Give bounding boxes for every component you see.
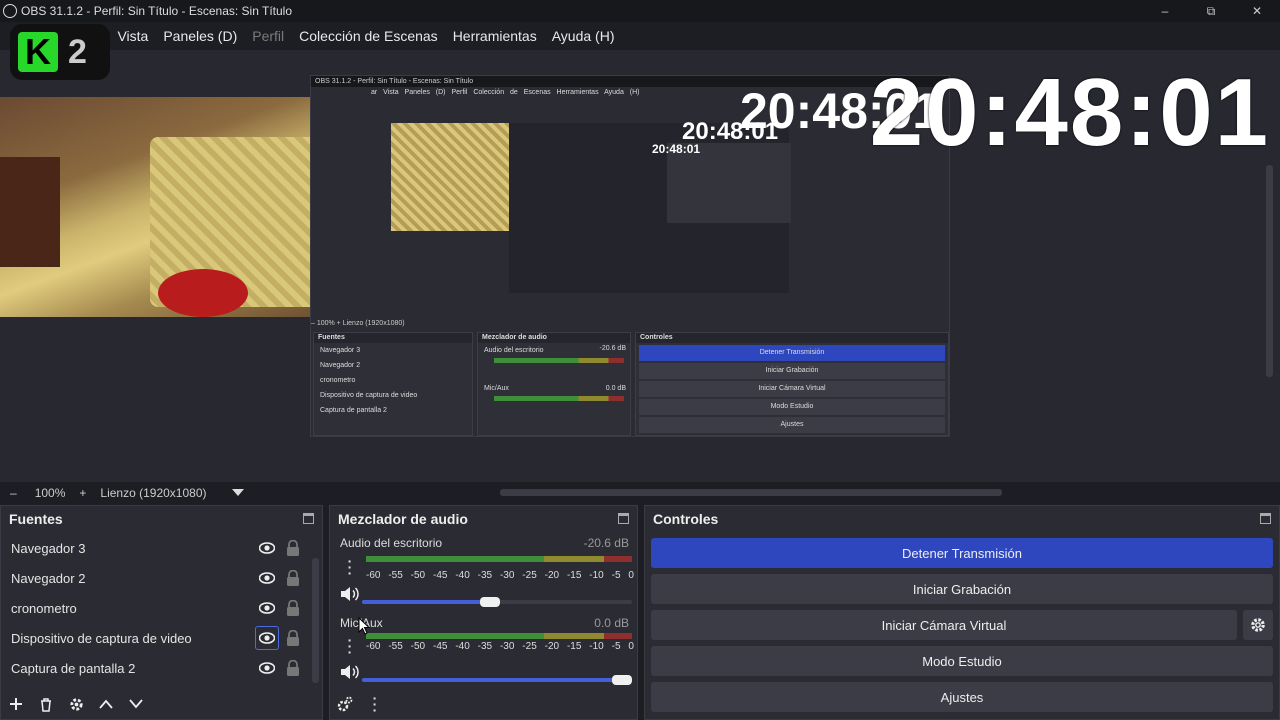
sources-toolbar xyxy=(1,689,322,719)
cabinet-shape xyxy=(0,157,60,267)
channel-menu-icon[interactable]: · · · xyxy=(344,554,356,580)
meter-ticks: -60 -55 -50 -45 -40 -35 -30 -25 -20 -15 -10 -5 0 xyxy=(366,641,634,652)
studio-mode-button[interactable]: Modo Estudio xyxy=(651,646,1273,676)
start-recording-button[interactable]: Iniciar Grabación xyxy=(651,574,1273,604)
lock-icon[interactable] xyxy=(286,570,300,586)
preview-canvas[interactable]: OBS 31.1.2 - Perfil: Sin Título - Escena… xyxy=(0,50,1280,482)
eye-icon[interactable] xyxy=(259,542,275,554)
zoom-level: 100% xyxy=(34,486,66,500)
source-item[interactable]: Captura de pantalla 2 xyxy=(1,653,311,683)
audio-mixer-dock: Mezclador de audio Audio del escritorio … xyxy=(329,505,638,720)
volume-meter xyxy=(366,633,632,639)
preview-horizontal-scrollbar[interactable] xyxy=(500,489,1002,496)
menu-item-view[interactable]: Vista xyxy=(117,28,148,44)
red-stool-shape xyxy=(158,269,248,317)
lock-icon[interactable] xyxy=(286,660,300,676)
menu-bar: ar Vista Paneles (D) Perfil Colección de… xyxy=(0,22,1280,50)
mixer-dock-title: Mezclador de audio xyxy=(338,511,468,527)
channel-menu-icon[interactable]: · · · xyxy=(344,633,356,659)
controls-dock-title: Controles xyxy=(653,511,719,527)
sources-dock: Fuentes Navegador 3 Navegador 2 cronomet… xyxy=(0,505,323,720)
sources-list: Navegador 3 Navegador 2 cronometro Dispo… xyxy=(1,533,311,683)
undock-icon[interactable] xyxy=(1260,513,1271,524)
source-item[interactable]: Navegador 2 xyxy=(1,563,311,593)
channel-name: Audio del escritorio xyxy=(340,536,443,550)
move-down-button[interactable] xyxy=(121,689,151,719)
volume-slider[interactable] xyxy=(362,675,632,685)
menu-item-tools[interactable]: Herramientas xyxy=(453,28,537,44)
menu-item-profile[interactable]: Perfil xyxy=(252,28,284,44)
start-virtual-camera-button[interactable]: Iniciar Cámara Virtual xyxy=(651,610,1237,640)
add-source-button[interactable] xyxy=(1,689,31,719)
menu-item-help[interactable]: Ayuda (H) xyxy=(552,28,615,44)
advanced-audio-icon[interactable] xyxy=(330,689,360,719)
nested-obs-view-2 xyxy=(509,123,791,293)
canvas-size-label: Lienzo (1920x1080) xyxy=(100,486,207,500)
speaker-icon[interactable] xyxy=(340,586,360,602)
canvas-dropdown-icon[interactable] xyxy=(232,486,245,500)
mouse-cursor-icon xyxy=(358,617,370,635)
maximize-button[interactable]: ⧉ xyxy=(1188,0,1234,22)
speaker-icon[interactable] xyxy=(340,664,360,680)
sources-dock-title: Fuentes xyxy=(9,511,63,527)
menu-item-scene-collection[interactable]: Colección de Escenas xyxy=(299,28,438,44)
close-button[interactable]: ✕ xyxy=(1234,0,1280,22)
mixer-menu-icon[interactable]: · · · xyxy=(360,689,390,719)
zoom-in-button[interactable]: + xyxy=(79,486,86,500)
channel-db: 0.0 dB xyxy=(594,616,629,630)
nested-sources-panel: Fuentes Navegador 3 Navegador 2 cronomet… xyxy=(313,332,473,436)
undock-icon[interactable] xyxy=(303,513,314,524)
nested-zoom-bar: – 100% + Lienzo (1920x1080) xyxy=(311,320,405,327)
volume-meter xyxy=(366,556,632,562)
obs-window: OBS 31.1.2 - Perfil: Sin Título - Escena… xyxy=(0,0,1280,720)
sources-scrollbar[interactable] xyxy=(312,558,319,683)
nested-controls-panel: Controles Detener Transmisión Iniciar Gr… xyxy=(635,332,949,436)
source-item[interactable]: cronometro xyxy=(1,593,311,623)
stop-stream-button[interactable]: Detener Transmisión xyxy=(651,538,1273,568)
virtual-camera-settings-button[interactable] xyxy=(1243,610,1273,640)
lock-icon[interactable] xyxy=(286,630,300,646)
remove-source-button[interactable] xyxy=(31,689,61,719)
move-up-button[interactable] xyxy=(91,689,121,719)
controls-dock-header: Controles xyxy=(645,506,1279,532)
sources-dock-header: Fuentes xyxy=(1,506,322,532)
mixer-dock-header: Mezclador de audio xyxy=(330,506,637,532)
undock-icon[interactable] xyxy=(618,513,629,524)
meter-ticks: -60 -55 -50 -45 -40 -35 -30 -25 -20 -15 -10 -5 0 xyxy=(366,570,634,581)
lock-icon[interactable] xyxy=(286,600,300,616)
gear-icon xyxy=(1251,618,1265,632)
eye-icon[interactable] xyxy=(259,602,275,614)
settings-button[interactable]: Ajustes xyxy=(651,682,1273,712)
nested-camera-image xyxy=(391,123,509,231)
k2-logo-2: 2 xyxy=(68,32,87,71)
k2-logo-k: K xyxy=(18,31,58,72)
preview-vertical-scrollbar[interactable] xyxy=(1266,165,1273,377)
menu-item-docks[interactable]: Paneles (D) xyxy=(163,28,237,44)
eye-icon[interactable] xyxy=(259,662,275,674)
clock-overlay-large: 20:48:01 xyxy=(869,59,1270,166)
title-bar: OBS 31.1.2 - Perfil: Sin Título - Escena… xyxy=(0,0,1280,22)
source-item[interactable]: Navegador 3 xyxy=(1,533,311,563)
eye-icon[interactable] xyxy=(259,572,275,584)
channel-db: -20.6 dB xyxy=(583,536,629,550)
volume-slider[interactable] xyxy=(362,597,632,607)
k2-logo: K 2 xyxy=(10,24,110,80)
controls-dock: Controles Detener Transmisión Iniciar Gr… xyxy=(644,505,1280,720)
source-item-selected[interactable]: Dispositivo de captura de video xyxy=(1,623,311,653)
window-title: OBS 31.1.2 - Perfil: Sin Título - Escena… xyxy=(21,4,293,18)
source-properties-button[interactable] xyxy=(61,689,91,719)
mixer-toolbar: · · · xyxy=(330,689,637,719)
minimize-button[interactable]: – xyxy=(1142,0,1188,22)
obs-logo-icon xyxy=(3,4,17,18)
nested-mixer-panel: Mezclador de audio Audio del escritorio … xyxy=(477,332,631,436)
lock-icon[interactable] xyxy=(286,540,300,556)
zoom-out-button[interactable]: – xyxy=(10,486,17,500)
eye-icon[interactable] xyxy=(259,632,275,644)
